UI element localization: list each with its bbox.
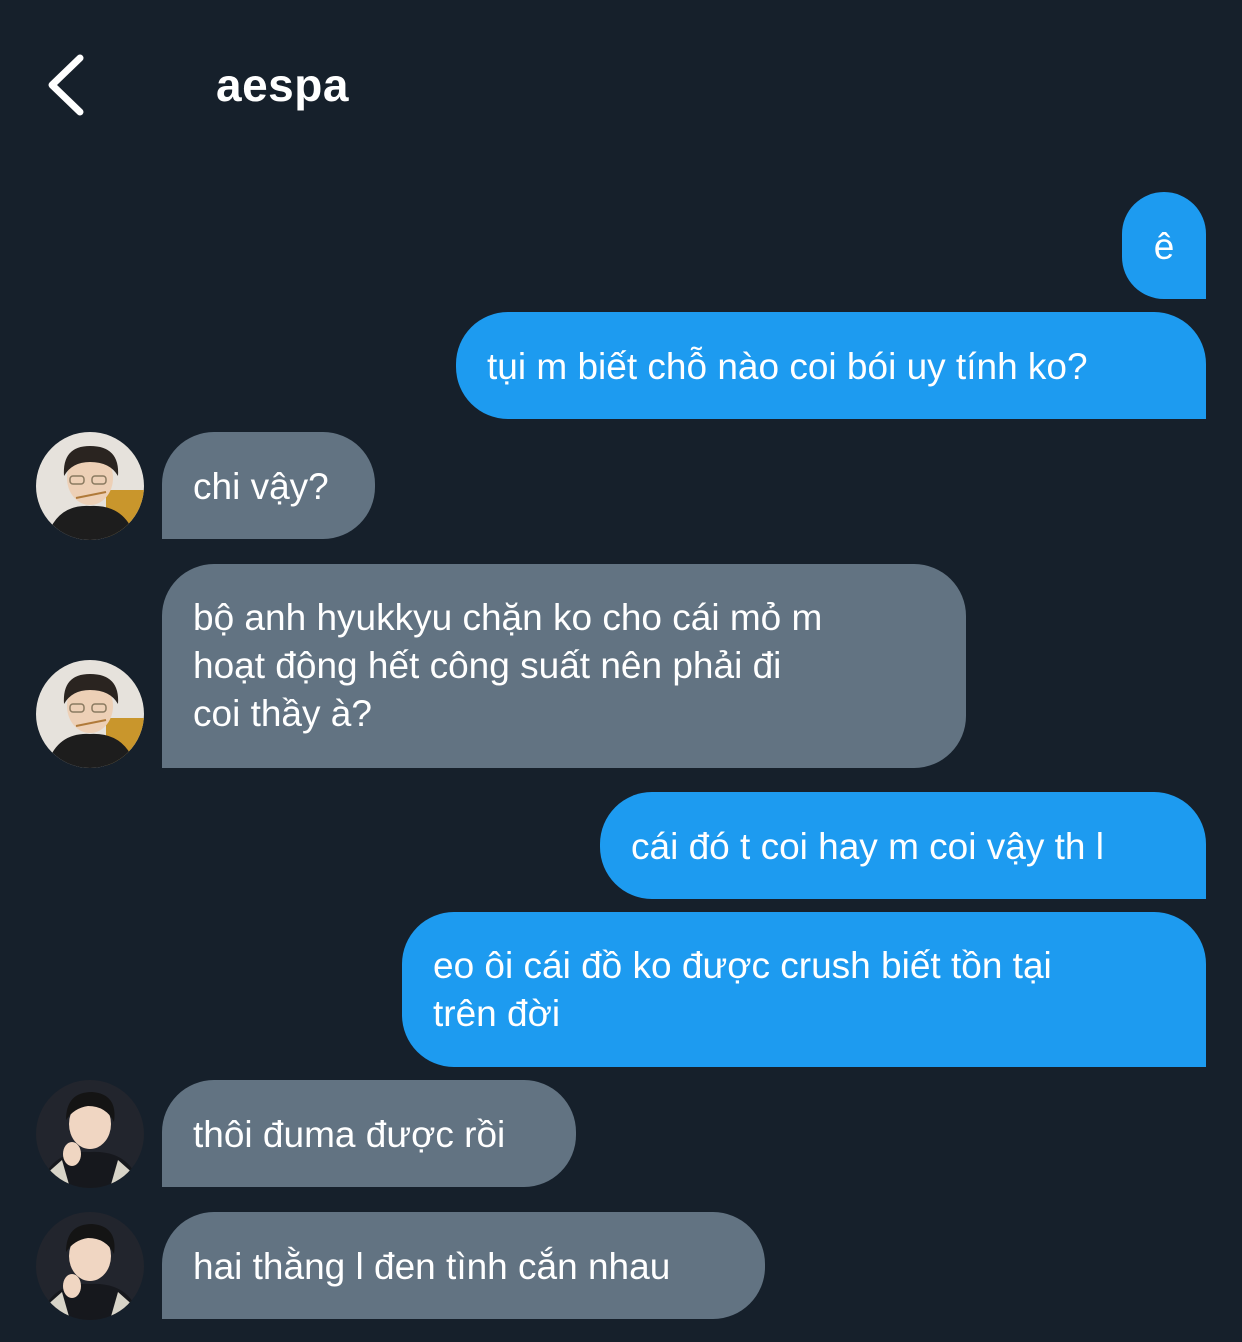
avatar-image xyxy=(36,660,144,768)
avatar-image xyxy=(36,432,144,540)
message-bubble-received[interactable]: thôi đuma được rồi xyxy=(162,1080,576,1187)
message-text: ê xyxy=(1153,226,1175,267)
conversation-title[interactable]: aespa xyxy=(216,58,349,112)
message-bubble-sent[interactable]: eo ôi cái đồ ko được crush biết tồn tại … xyxy=(402,912,1206,1067)
message-text: thôi đuma được rồi xyxy=(193,1114,506,1155)
chat-header: aespa xyxy=(0,0,1242,170)
message-bubble-received[interactable]: bộ anh hyukkyu chặn ko cho cái mỏ m hoạt… xyxy=(162,564,966,768)
message-bubble-received[interactable]: chi vậy? xyxy=(162,432,375,539)
avatar[interactable] xyxy=(36,1212,144,1320)
message-text: cái đó t coi hay m coi vậy th l xyxy=(631,826,1104,867)
message-line: trên đời xyxy=(433,993,561,1034)
message-text: hai thằng l đen tình cắn nhau xyxy=(193,1246,671,1287)
avatar-image xyxy=(36,1212,144,1320)
message-text: tụi m biết chỗ nào coi bói uy tính ko? xyxy=(487,346,1088,387)
avatar-image xyxy=(36,1080,144,1188)
message-bubble-sent[interactable]: ê xyxy=(1122,192,1206,299)
message-line: bộ anh hyukkyu chặn ko cho cái mỏ m xyxy=(193,597,823,638)
message-line: coi thầy à? xyxy=(193,693,372,734)
back-button[interactable] xyxy=(40,50,100,120)
avatar[interactable] xyxy=(36,432,144,540)
avatar[interactable] xyxy=(36,1080,144,1188)
avatar[interactable] xyxy=(36,660,144,768)
message-text: chi vậy? xyxy=(193,466,329,507)
message-bubble-received[interactable]: hai thằng l đen tình cắn nhau xyxy=(162,1212,765,1319)
message-bubble-sent[interactable]: cái đó t coi hay m coi vậy th l xyxy=(600,792,1206,899)
message-line: eo ôi cái đồ ko được crush biết tồn tại xyxy=(433,945,1052,986)
message-bubble-sent[interactable]: tụi m biết chỗ nào coi bói uy tính ko? xyxy=(456,312,1206,419)
chat-screen: aespa ê tụi m biết chỗ nào coi bói uy tí… xyxy=(0,0,1242,1342)
chevron-left-icon xyxy=(48,54,84,116)
message-line: hoạt động hết công suất nên phải đi xyxy=(193,645,782,686)
